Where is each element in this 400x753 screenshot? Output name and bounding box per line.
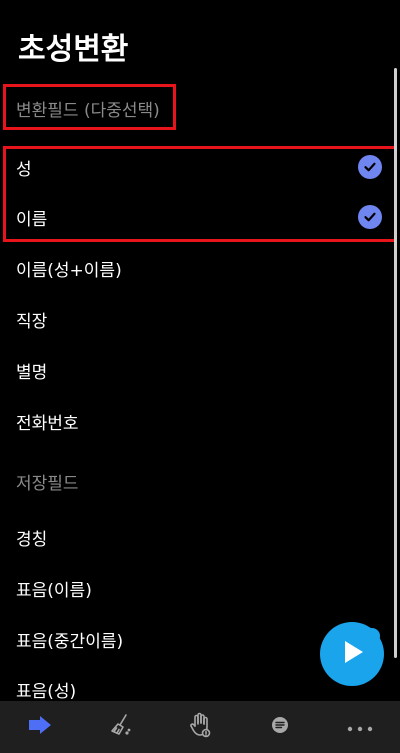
check-icon	[358, 155, 382, 179]
play-button[interactable]	[320, 622, 384, 686]
save-item-title[interactable]: 경칭	[0, 512, 392, 562]
convert-item-label: 이름(성+이름)	[16, 260, 122, 281]
convert-item-company[interactable]: 직장	[0, 294, 392, 344]
convert-item-label: 성	[16, 159, 32, 180]
nav-more-button[interactable]	[320, 701, 400, 753]
scrollbar[interactable]	[394, 68, 397, 658]
convert-item-label: 별명	[16, 362, 48, 383]
convert-item-label: 직장	[16, 311, 48, 332]
convert-item-full-name[interactable]: 이름(성+이름)	[0, 243, 392, 293]
bottom-nav	[0, 701, 400, 753]
save-item-label: 경칭	[16, 529, 48, 550]
message-icon	[270, 715, 290, 739]
convert-item-phone[interactable]: 전화번호	[0, 396, 392, 446]
convert-item-nickname[interactable]: 별명	[0, 345, 392, 395]
save-item-label: 표음(성)	[16, 681, 77, 702]
more-icon	[346, 718, 374, 737]
play-icon	[337, 637, 367, 671]
brush-icon	[109, 713, 131, 741]
convert-item-label: 전화번호	[16, 413, 79, 434]
convert-item-label: 이름	[16, 209, 48, 230]
convert-item-last-name[interactable]: 성	[0, 142, 392, 192]
nav-gesture-button[interactable]	[160, 701, 240, 753]
nav-clean-button[interactable]	[80, 701, 160, 753]
nav-convert-button[interactable]	[0, 701, 80, 753]
arrow-right-icon	[27, 715, 53, 739]
check-icon	[358, 205, 382, 229]
page-title: 초성변환	[18, 32, 129, 67]
nav-message-button[interactable]	[240, 701, 320, 753]
section-header-save: 저장필드	[16, 474, 79, 494]
section-header-convert: 변환필드 (다중선택)	[16, 101, 160, 121]
hand-gesture-icon	[188, 712, 212, 742]
save-item-label: 표음(이름)	[16, 580, 92, 601]
convert-item-first-name[interactable]: 이름	[0, 192, 392, 242]
save-item-phonetic-first[interactable]: 표음(이름)	[0, 563, 392, 613]
save-item-label: 표음(중간이름)	[16, 631, 124, 652]
